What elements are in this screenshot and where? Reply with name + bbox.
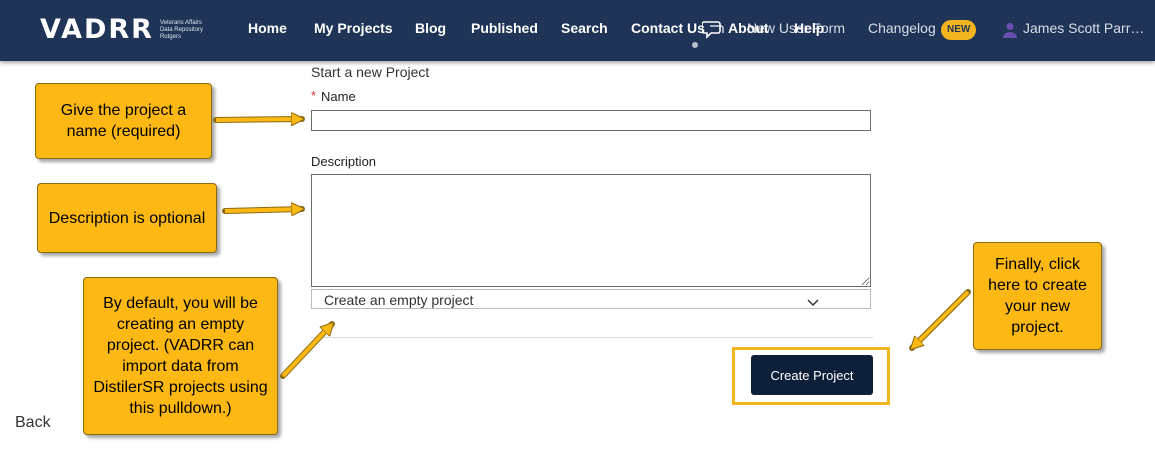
chevron-down-icon bbox=[807, 294, 819, 310]
arrow-template bbox=[280, 321, 335, 379]
logo-text: VADRR bbox=[40, 14, 154, 45]
create-project-button[interactable]: Create Project bbox=[751, 355, 873, 395]
project-name-input[interactable] bbox=[311, 110, 871, 131]
logo-subtitle: Veterans Affairs Data Repository Rutgers bbox=[160, 20, 203, 41]
nav-help[interactable]: Help bbox=[794, 20, 824, 36]
nav-published[interactable]: Published bbox=[471, 20, 538, 36]
logo-sub-line: Rutgers bbox=[159, 33, 181, 40]
arrow-create bbox=[909, 289, 971, 351]
callout-create: Finally, click here to create your new p… bbox=[973, 242, 1102, 350]
user-icon bbox=[1003, 22, 1017, 43]
nav-about[interactable]: About bbox=[728, 20, 768, 36]
nav-search[interactable]: Search bbox=[561, 20, 608, 36]
template-select[interactable]: Create an empty project bbox=[311, 289, 871, 309]
nav-home[interactable]: Home bbox=[248, 20, 287, 36]
new-badge: NEW bbox=[941, 20, 977, 40]
callout-name: Give the project a name (required) bbox=[35, 83, 212, 159]
arrow-description bbox=[222, 206, 305, 214]
back-link[interactable]: Back bbox=[15, 414, 51, 432]
nav-changelog[interactable]: Changelog bbox=[868, 20, 936, 36]
carousel-dot bbox=[692, 42, 698, 48]
nav-blog[interactable]: Blog bbox=[415, 20, 446, 36]
project-description-textarea[interactable] bbox=[311, 174, 871, 287]
template-select-value: Create an empty project bbox=[324, 292, 474, 308]
callout-description: Description is optional bbox=[37, 183, 217, 253]
top-navbar: VADRR Veterans Affairs Data Repository R… bbox=[0, 0, 1155, 61]
logo-sub-line: Veterans Affairs bbox=[159, 19, 202, 26]
form-title: Start a new Project bbox=[311, 64, 430, 80]
user-menu[interactable]: James Scott Parr… bbox=[1023, 20, 1144, 36]
form-divider bbox=[311, 337, 873, 338]
name-label: Name bbox=[321, 89, 356, 104]
logo-sub-line: Data Repository bbox=[159, 26, 203, 33]
description-label: Description bbox=[311, 154, 377, 169]
vadrr-logo[interactable]: VADRR Veterans Affairs Data Repository R… bbox=[40, 14, 203, 46]
nav-contact-us[interactable]: Contact Us bbox=[631, 20, 705, 36]
required-marker: * bbox=[311, 88, 317, 103]
nav-my-projects[interactable]: My Projects bbox=[314, 20, 393, 36]
callout-template: By default, you will be creating an empt… bbox=[83, 277, 278, 435]
chat-icon[interactable] bbox=[701, 20, 724, 45]
arrow-name bbox=[213, 116, 305, 123]
